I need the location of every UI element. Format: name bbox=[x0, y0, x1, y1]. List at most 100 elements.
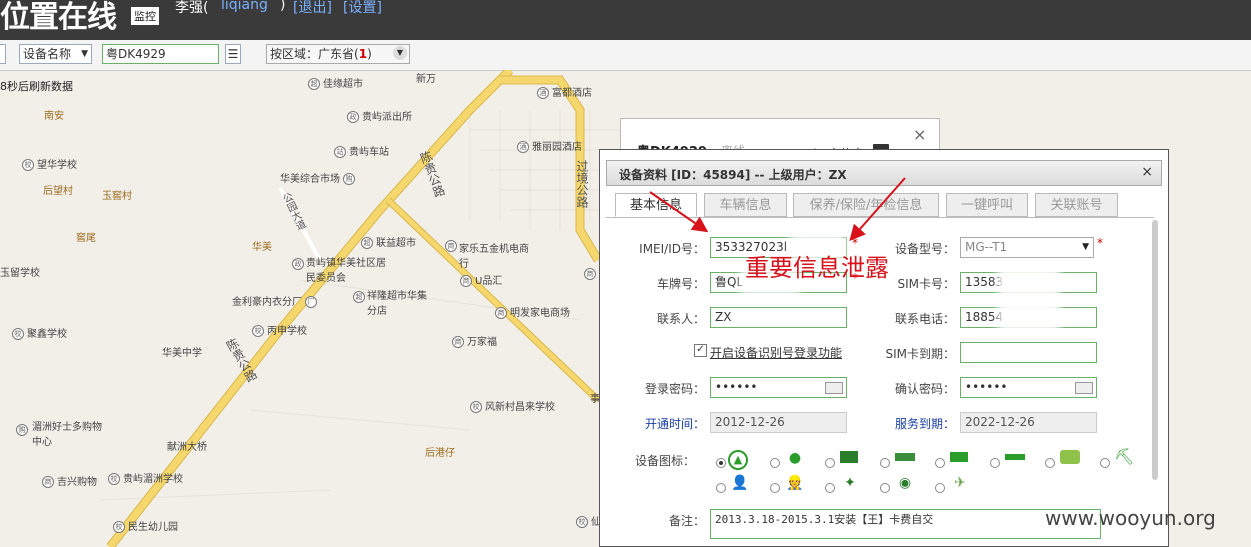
icon-radio[interactable] bbox=[990, 458, 1000, 468]
search-type-select[interactable]: 设备名称 ▼ bbox=[19, 44, 92, 64]
search-toolbar: 设备名称 ▼ 粤DK4929 ☰ 按区域：广东省(1) ▼ bbox=[0, 40, 1251, 71]
icon-radio[interactable] bbox=[935, 458, 945, 468]
identify-login-checkbox[interactable]: ✓ bbox=[694, 344, 707, 357]
map-poi[interactable]: 购湄洲好士多购物中心 bbox=[16, 418, 108, 448]
icon-radio[interactable] bbox=[716, 458, 726, 468]
truck-icon bbox=[950, 452, 968, 462]
tab-basic-info[interactable]: 基本信息 bbox=[615, 193, 697, 217]
map-poi[interactable]: 校民生幼儿园 bbox=[113, 518, 178, 533]
map-poi[interactable]: 金利豪内衣分厂厂 bbox=[232, 293, 320, 308]
device-icon-label: 设备图标： bbox=[634, 454, 695, 468]
map-poi[interactable]: 超联益超市 bbox=[361, 234, 416, 249]
region-count: 1 bbox=[358, 47, 368, 61]
map-place: 华美中学 bbox=[162, 348, 202, 359]
map-poi[interactable]: 商家乐五金机电商行 bbox=[445, 240, 529, 270]
search-type-value: 设备名称 bbox=[23, 47, 72, 61]
map-place: 玉窖村 bbox=[102, 191, 132, 202]
map-poi[interactable]: 校贵屿湄洲学校 bbox=[108, 470, 183, 485]
open-time-label: 开通时间： bbox=[644, 417, 705, 431]
map-poi[interactable]: 酒富都酒店 bbox=[537, 84, 592, 99]
device-model-select[interactable]: MG--T1 ▼ bbox=[960, 237, 1094, 258]
region-value: 广东省( bbox=[318, 47, 359, 61]
tab-linked-accounts[interactable]: 关联账号 bbox=[1035, 193, 1118, 217]
map-poi[interactable]: 商吉兴购物 bbox=[42, 473, 97, 488]
imei-label: IMEI/ID号： bbox=[639, 242, 705, 256]
logout-link[interactable]: [退出] bbox=[293, 0, 332, 17]
map-poi[interactable]: 酒雅丽园酒店 bbox=[517, 138, 582, 153]
map-poi[interactable]: 校望华学校 bbox=[22, 156, 77, 171]
icon-radio[interactable] bbox=[935, 483, 945, 493]
map-poi[interactable]: 超佳缘超市 bbox=[308, 75, 363, 90]
contact-label: 联系人： bbox=[656, 312, 705, 326]
service-expiry-field: 2022-12-26 bbox=[960, 412, 1097, 433]
settings-link[interactable]: [设置] bbox=[343, 0, 382, 17]
keyboard-icon[interactable] bbox=[825, 382, 843, 394]
motorbike-icon: ✦ bbox=[844, 475, 856, 491]
map-poi[interactable]: 新万 bbox=[416, 70, 436, 85]
dialog-title: 设备资料 [ID：45894] -- 上级用户：ZX bbox=[619, 168, 847, 182]
map-poi[interactable]: 校聚鑫学校 bbox=[12, 325, 67, 340]
list-icon[interactable]: ☰ bbox=[225, 44, 241, 64]
map-poi[interactable]: 超祥隆超市华集分店 bbox=[353, 287, 431, 317]
icon-radio[interactable] bbox=[880, 458, 890, 468]
required-mark: * bbox=[1097, 236, 1103, 250]
motorcycle-icon: ◉ bbox=[898, 475, 912, 491]
user-name: 李强( bbox=[175, 0, 209, 16]
contact-phone-label: 联系电话： bbox=[894, 312, 955, 326]
leak-annotation: 重要信息泄露 bbox=[745, 254, 889, 282]
login-password-field[interactable]: •••••• bbox=[710, 377, 847, 398]
icon-radio[interactable] bbox=[770, 458, 780, 468]
mixer-truck-icon bbox=[1060, 450, 1080, 464]
popup-close-button[interactable]: × bbox=[913, 125, 926, 144]
region-select[interactable]: 按区域：广东省(1) ▼ bbox=[266, 44, 410, 64]
search-input-value: 粤DK4929 bbox=[106, 47, 166, 61]
user-id-link[interactable]: liqiang bbox=[221, 0, 268, 13]
user-paren: ) bbox=[280, 0, 286, 13]
map-poi[interactable]: 商万家福 bbox=[452, 333, 497, 348]
icon-radio[interactable] bbox=[770, 483, 780, 493]
tab-one-key-call[interactable]: 一键呼叫 bbox=[946, 193, 1028, 217]
map-poi[interactable]: 商 U品汇 bbox=[460, 272, 502, 287]
worker-icon: 👷 bbox=[786, 475, 804, 491]
open-time-field: 2012-12-26 bbox=[710, 412, 847, 433]
map-pin-icon: ● bbox=[788, 450, 802, 466]
watermark: www.wooyun.org bbox=[1045, 506, 1216, 530]
region-suffix: ) bbox=[367, 47, 372, 61]
dialog-titlebar[interactable]: 设备资料 [ID：45894] -- 上级用户：ZX × bbox=[606, 160, 1162, 186]
map-poi[interactable]: 校风新村昌来学校 bbox=[470, 398, 555, 413]
confirm-password-field[interactable]: •••••• bbox=[960, 377, 1097, 398]
map-poi[interactable]: 华美综合市场购 bbox=[280, 170, 358, 185]
sim-expiry-field[interactable] bbox=[960, 342, 1097, 363]
contact-field[interactable]: ZX bbox=[710, 307, 847, 328]
remark-textarea[interactable]: 2013.3.18-2015.3.1安装【王】卡费自交 bbox=[710, 509, 1101, 539]
logo: 位置在线 bbox=[0, 0, 117, 35]
search-input[interactable]: 粤DK4929 bbox=[102, 44, 219, 64]
dialog-scrollbar[interactable] bbox=[1152, 220, 1158, 480]
icon-radio[interactable] bbox=[825, 483, 835, 493]
icon-radio[interactable] bbox=[1045, 458, 1055, 468]
chevron-down-icon: ▼ bbox=[81, 49, 88, 59]
map-poi[interactable]: 商明发家电商场 bbox=[495, 304, 570, 319]
icon-radio[interactable] bbox=[716, 483, 726, 493]
icon-radio[interactable] bbox=[825, 458, 835, 468]
login-password-label: 登录密码： bbox=[644, 382, 705, 396]
icon-radio[interactable] bbox=[880, 483, 890, 493]
tab-maintenance-info[interactable]: 保养/保险/年检信息 bbox=[793, 193, 939, 217]
map-poi[interactable]: 站贵屿车站 bbox=[334, 143, 389, 158]
redaction-blur bbox=[998, 300, 1060, 332]
map-poi[interactable]: 政贵屿派出所 bbox=[347, 108, 412, 123]
map-poi[interactable]: 校仙 bbox=[576, 513, 601, 528]
keyboard-icon[interactable] bbox=[1075, 382, 1093, 394]
identify-login-label[interactable]: 开启设备识别号登录功能 bbox=[710, 344, 842, 361]
dialog-close-button[interactable]: × bbox=[1141, 164, 1153, 180]
map-poi[interactable]: 玉留学校 bbox=[0, 264, 40, 279]
train-icon bbox=[895, 453, 915, 461]
map-poi[interactable]: 校丙申学校 bbox=[252, 322, 307, 337]
map-place: 窖尾 bbox=[76, 233, 96, 244]
tab-vehicle-info[interactable]: 车辆信息 bbox=[704, 193, 787, 217]
icon-radio[interactable] bbox=[1100, 458, 1110, 468]
tab-divider bbox=[606, 217, 1154, 218]
left-select-stub[interactable] bbox=[0, 44, 6, 64]
top-header: 位置在线 监控 李强( liqiang ) [退出] [设置] bbox=[0, 0, 1251, 40]
map-poi[interactable]: 政贵屿镇华美社区居民委员会 bbox=[292, 254, 388, 284]
